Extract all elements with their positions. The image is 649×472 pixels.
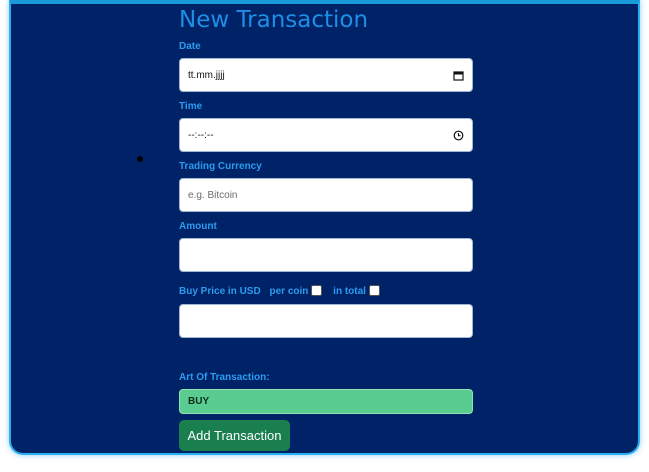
add-transaction-button[interactable]: Add Transaction (179, 420, 290, 451)
time-label: Time (179, 101, 203, 112)
price-input[interactable] (179, 304, 473, 338)
price-label: Buy Price in USD (179, 286, 261, 297)
currency-placeholder: e.g. Bitcoin (188, 189, 238, 201)
currency-input[interactable]: e.g. Bitcoin (179, 178, 473, 212)
in-total-label: in total (333, 286, 366, 297)
per-coin-checkbox[interactable] (311, 285, 323, 296)
date-label: Date (179, 41, 201, 52)
calendar-icon[interactable] (453, 70, 464, 81)
transaction-type-select[interactable]: BUY (179, 389, 473, 414)
time-value: --:--:-- (188, 129, 214, 141)
date-field[interactable]: tt.mm.jjjj (179, 58, 473, 92)
currency-label: Trading Currency (179, 161, 262, 172)
amount-label: Amount (179, 221, 217, 232)
transaction-type-value: BUY (188, 396, 210, 407)
date-value: tt.mm.jjjj (188, 69, 225, 81)
price-label-row: Buy Price in USD per coin in total (179, 285, 380, 298)
bullet-dot (137, 156, 143, 162)
time-field[interactable]: --:--:-- (179, 118, 473, 152)
clock-icon[interactable] (453, 130, 464, 141)
in-total-checkbox[interactable] (368, 285, 380, 296)
amount-input[interactable] (179, 238, 473, 272)
page-title: New Transaction (179, 7, 369, 33)
per-coin-label: per coin (269, 286, 309, 297)
art-label: Art Of Transaction: (179, 372, 270, 383)
